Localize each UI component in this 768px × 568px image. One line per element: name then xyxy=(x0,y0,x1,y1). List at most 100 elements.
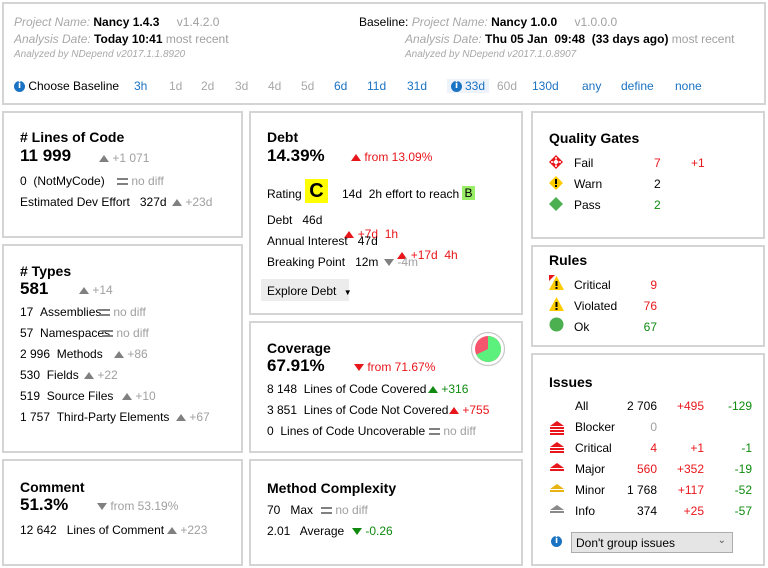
issue-added[interactable]: +495 xyxy=(677,399,704,413)
baseline-option-label: 3h xyxy=(134,79,148,93)
baseline-option-3h[interactable]: 3h xyxy=(134,79,147,93)
debt-delta-value: from 13.09% xyxy=(364,150,433,164)
types-row-value: 519 xyxy=(20,389,41,403)
issue-added[interactable]: +1 xyxy=(690,441,704,455)
types-row-label: Namespaces xyxy=(40,326,111,340)
types-row: 530 Fields xyxy=(20,368,79,382)
baseline-option-define[interactable]: define xyxy=(621,79,654,93)
baseline-option-33d[interactable]: i 33d xyxy=(447,79,490,93)
issue-count[interactable]: 4 xyxy=(650,441,657,455)
types-row-delta: no diff xyxy=(99,305,146,319)
issue-added[interactable]: +25 xyxy=(684,504,704,518)
issues-title: Issues xyxy=(549,374,593,390)
lines-of-comment-delta: +223 xyxy=(167,523,207,537)
baseline-option-4d[interactable]: 4d xyxy=(268,79,281,93)
issue-label[interactable]: Critical xyxy=(575,441,612,455)
issue-count[interactable]: 374 xyxy=(637,504,657,518)
baseline-option-label: 5d xyxy=(301,79,315,93)
trend-up-icon xyxy=(351,154,361,162)
types-row-delta-value: no diff xyxy=(116,326,149,340)
annual-interest-label: Annual Interest xyxy=(267,234,348,248)
coverage-row-delta: +755 xyxy=(449,403,489,417)
coverage-pie-chart xyxy=(470,331,506,367)
baseline-project-line: Baseline: Project Name: Nancy 1.0.0 v1.0… xyxy=(359,15,617,29)
issue-removed[interactable]: -19 xyxy=(735,462,752,476)
info-icon: i xyxy=(551,536,562,547)
warn-icon xyxy=(549,176,563,190)
issue-removed[interactable]: -1 xyxy=(741,441,752,455)
max-delta: no diff xyxy=(321,503,368,517)
group-issues-select[interactable]: Don't group issues ⌄ xyxy=(571,532,733,553)
baseline-option-130d[interactable]: 130d xyxy=(532,79,559,93)
baseline-option-3d[interactable]: 3d xyxy=(235,79,248,93)
issue-label[interactable]: All xyxy=(575,399,588,413)
notmycode-row: 0 (NotMyCode) xyxy=(20,174,105,188)
types-row-label: Methods xyxy=(56,347,103,361)
notmycode-delta-value: no diff xyxy=(131,174,164,188)
explore-debt-button[interactable]: Explore Debt ▼ xyxy=(261,279,352,301)
types-row-delta: +22 xyxy=(84,368,118,382)
types-row: 1 757 Third-Party Elements xyxy=(20,410,169,424)
types-row-delta-value: +86 xyxy=(127,347,148,361)
trend-up-icon xyxy=(79,287,89,295)
issue-added[interactable]: +352 xyxy=(677,462,704,476)
max-label: Max xyxy=(290,503,314,517)
types-row-delta: +86 xyxy=(114,347,148,361)
lines-of-comment-value: 12 642 xyxy=(20,523,57,537)
baseline-option-any[interactable]: any xyxy=(582,79,601,93)
comment-delta: from 53.19% xyxy=(97,499,178,513)
issue-label[interactable]: Minor xyxy=(575,483,605,497)
quality-gate-delta: +1 xyxy=(691,156,705,170)
baseline-option-none[interactable]: none xyxy=(675,79,702,93)
issue-count[interactable]: 0 xyxy=(650,420,657,434)
baseline-option-label: 1d xyxy=(169,79,183,93)
severity-blocker-icon xyxy=(550,421,564,435)
types-row-delta: no diff xyxy=(102,326,149,340)
debt-value: 14.39% xyxy=(267,146,325,165)
types-row-value: 17 xyxy=(20,305,34,319)
issue-removed[interactable]: -57 xyxy=(735,504,752,518)
types-row: 519 Source Files xyxy=(20,389,113,403)
equal-icon xyxy=(117,178,128,186)
current-project-line: Project Name: Nancy 1.4.3 v1.4.2.0 xyxy=(14,15,219,29)
lines-of-comment-row: 12 642 Lines of Comment xyxy=(20,523,164,537)
complexity-title: Method Complexity xyxy=(267,480,397,496)
issue-removed[interactable]: -129 xyxy=(728,399,752,413)
debt-days-label: Debt xyxy=(267,213,293,227)
dev-effort-delta-value: +23d xyxy=(185,195,213,209)
coverage-row: 3 851 Lines of Code Not Covered xyxy=(267,403,448,417)
violated-rule-icon xyxy=(549,297,564,311)
issue-count[interactable]: 560 xyxy=(637,462,657,476)
analysis-date-label: Analysis Date: xyxy=(14,32,91,46)
issue-count[interactable]: 2 706 xyxy=(627,399,657,413)
issue-count[interactable]: 1 768 xyxy=(627,483,657,497)
baseline-option-11d[interactable]: 11d xyxy=(367,79,386,93)
baseline-option-2d[interactable]: 2d xyxy=(201,79,214,93)
breaking-point-delta: -4m xyxy=(384,255,418,269)
baseline-option-1d[interactable]: 1d xyxy=(169,79,182,93)
baseline-option-60d[interactable]: 60d xyxy=(497,79,517,93)
lines-of-comment-label: Lines of Comment xyxy=(66,523,165,537)
baseline-option-31d[interactable]: 31d xyxy=(407,79,427,93)
loc-delta: +1 071 xyxy=(99,151,149,165)
baseline-date-label: Analysis Date: xyxy=(405,32,482,46)
coverage-panel: Coverage 67.91% from 71.67% 8 148 Lines … xyxy=(249,321,523,453)
notmycode-value: 0 xyxy=(20,174,27,188)
analysis-date-note: most recent xyxy=(165,32,229,46)
lines-of-comment-delta-value: +223 xyxy=(180,523,208,537)
chevron-down-icon: ⌄ xyxy=(717,535,726,546)
breaking-point-delta-value: -4m xyxy=(397,255,419,269)
baseline-option-5d[interactable]: 5d xyxy=(301,79,314,93)
types-row-delta-value: +22 xyxy=(97,368,118,382)
baseline-option-6d[interactable]: 6d xyxy=(334,79,347,93)
issue-removed[interactable]: -52 xyxy=(735,483,752,497)
issue-label[interactable]: Blocker xyxy=(575,420,615,434)
debt-days-value: 46d xyxy=(302,213,323,227)
trend-up-icon xyxy=(176,414,186,422)
average-value: 2.01 xyxy=(267,524,291,538)
issue-added[interactable]: +117 xyxy=(678,483,704,497)
issue-label[interactable]: Info xyxy=(575,504,595,518)
group-issues-value: Don't group issues xyxy=(576,536,676,550)
types-row: 2 996 Methods xyxy=(20,347,103,361)
issue-label[interactable]: Major xyxy=(575,462,605,476)
